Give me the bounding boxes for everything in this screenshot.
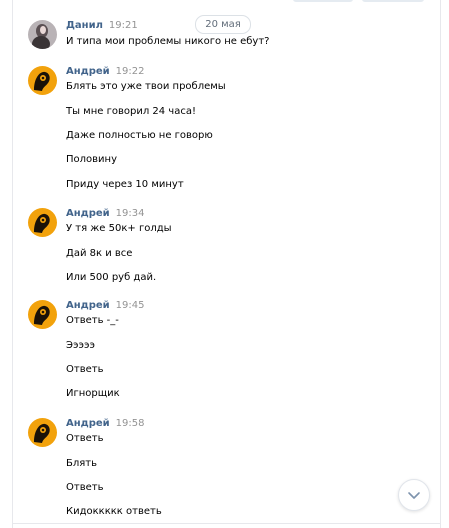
author-name[interactable]: Андрей [66, 208, 110, 219]
message-text: Даже полностью не говорю [66, 130, 213, 141]
message-text: Ответь [66, 482, 104, 493]
author-name[interactable]: Андрей [66, 418, 110, 429]
message-time[interactable]: 19:58 [116, 418, 145, 429]
left-panel-edge [0, 0, 13, 528]
message-text: Или 500 руб дай. [66, 272, 157, 283]
avatar[interactable] [28, 300, 57, 329]
author-line: Андрей 19:58 [66, 418, 145, 429]
scroll-down-button[interactable] [398, 479, 430, 511]
message-text: Игнорщик [66, 388, 120, 399]
author-line: Данил 19:21 [66, 20, 138, 31]
author-name[interactable]: Данил [66, 20, 103, 31]
avatar[interactable] [28, 208, 57, 237]
author-line: Андрей 19:45 [66, 300, 145, 311]
avatar[interactable] [28, 20, 57, 49]
message-time[interactable]: 19:45 [116, 300, 145, 311]
message-time[interactable]: 19:21 [109, 20, 138, 31]
message-text: Ответь [66, 364, 104, 375]
message-text: Ответь -_- [66, 315, 119, 326]
header-button[interactable] [293, 0, 353, 2]
message-time[interactable]: 19:22 [116, 66, 145, 77]
right-panel-edge [440, 0, 441, 528]
author-name[interactable]: Андрей [66, 300, 110, 311]
message-text: И типа мои проблемы никого не ебут? [66, 36, 270, 47]
author-name[interactable]: Андрей [66, 66, 110, 77]
chevron-down-icon [408, 492, 420, 499]
bottom-divider [12, 523, 441, 524]
message-text: Ответь [66, 433, 104, 444]
date-divider: 20 мая [195, 15, 251, 34]
message-text: Дай 8к и все [66, 248, 133, 259]
avatar[interactable] [28, 418, 57, 447]
message-text: Приду через 10 минут [66, 179, 184, 190]
chat-window: 20 мая Данил 19:21 И типа мои проблемы ни… [0, 0, 449, 528]
message-text: У тя же 50к+ голды [66, 223, 172, 234]
message-text: Блять это уже твои проблемы [66, 81, 226, 92]
message-time[interactable]: 19:34 [116, 208, 145, 219]
message-text: Ты мне говорил 24 часа! [66, 106, 196, 117]
author-line: Андрей 19:22 [66, 66, 145, 77]
header-button[interactable] [362, 0, 424, 2]
message-text: Эээээ [66, 340, 95, 351]
message-text: Половину [66, 154, 117, 165]
author-line: Андрей 19:34 [66, 208, 145, 219]
message-text: Кидоккккк ответь [66, 506, 162, 517]
avatar[interactable] [28, 66, 57, 95]
message-text: Блять [66, 458, 97, 469]
